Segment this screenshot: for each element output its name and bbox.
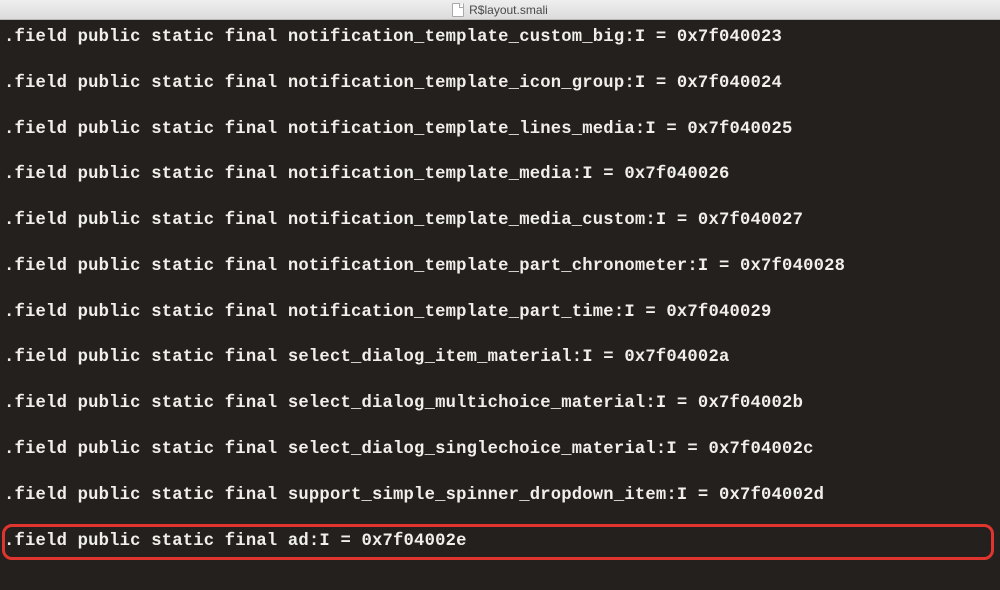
file-icon [452, 3, 464, 17]
code-line[interactable]: .field public static final notification_… [4, 120, 1000, 140]
code-line[interactable]: .field public static final select_dialog… [4, 394, 1000, 414]
code-line[interactable]: .field public static final notification_… [4, 165, 1000, 185]
code-line[interactable]: .field public static final support_simpl… [4, 486, 1000, 506]
code-line[interactable]: .field public static final notification_… [4, 303, 1000, 323]
window-title: R$layout.smali [469, 3, 548, 17]
code-line[interactable]: .field public static final select_dialog… [4, 348, 1000, 368]
code-line[interactable]: .field public static final notification_… [4, 257, 1000, 277]
code-line[interactable]: .field public static final ad:I = 0x7f04… [4, 532, 1000, 552]
code-line[interactable]: .field public static final notification_… [4, 211, 1000, 231]
code-line[interactable]: .field public static final notification_… [4, 28, 1000, 48]
code-editor[interactable]: .field public static final notification_… [0, 20, 1000, 590]
code-line[interactable]: .field public static final notification_… [4, 74, 1000, 94]
code-line[interactable]: .field public static final select_dialog… [4, 440, 1000, 460]
titlebar[interactable]: R$layout.smali [0, 0, 1000, 20]
window: R$layout.smali .field public static fina… [0, 0, 1000, 590]
